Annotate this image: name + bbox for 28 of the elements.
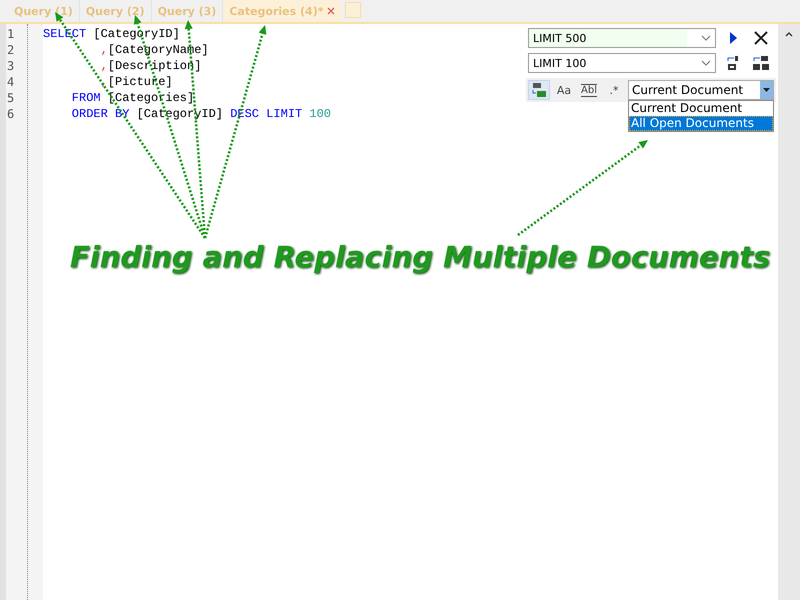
close-icon[interactable] [327, 7, 336, 15]
replace-all-button[interactable] [750, 53, 772, 73]
line-number: 3 [6, 58, 16, 74]
search-option-toggle[interactable] [528, 80, 550, 100]
replace-field[interactable]: LIMIT 100 [528, 53, 716, 73]
replace-pattern-icon [531, 82, 547, 98]
replace-icon [726, 55, 740, 71]
scope-option[interactable]: All Open Documents [629, 116, 773, 131]
chevron-down-icon[interactable] [701, 35, 711, 41]
search-option-toggle[interactable]: Aa [553, 80, 575, 100]
line-number: 2 [6, 42, 16, 58]
code-line: SELECT [CategoryID] [43, 26, 180, 42]
search-option-toggle[interactable]: Abl [578, 80, 600, 100]
line-number: 1 [6, 26, 16, 42]
code-line: ,[CategoryName] [100, 42, 209, 58]
annotation-caption: Finding and Replacing Multiple Documents [70, 240, 770, 274]
chevron-down-icon[interactable] [701, 60, 711, 66]
scrollbar[interactable] [778, 24, 800, 600]
search-option-toggle[interactable]: .* [603, 80, 625, 100]
find-field[interactable]: LIMIT 500 [528, 28, 716, 48]
play-icon [729, 32, 737, 44]
line-number: 6 [6, 106, 16, 122]
line-number: 4 [6, 74, 16, 90]
scroll-up-icon[interactable] [784, 30, 794, 38]
line-number: 5 [6, 90, 16, 106]
code-line: ORDER BY [CategoryID] DESC LIMIT 100 [72, 106, 332, 122]
scope-dropdown[interactable]: Current Document [628, 80, 774, 100]
code-line: ,[Description] [100, 58, 202, 74]
